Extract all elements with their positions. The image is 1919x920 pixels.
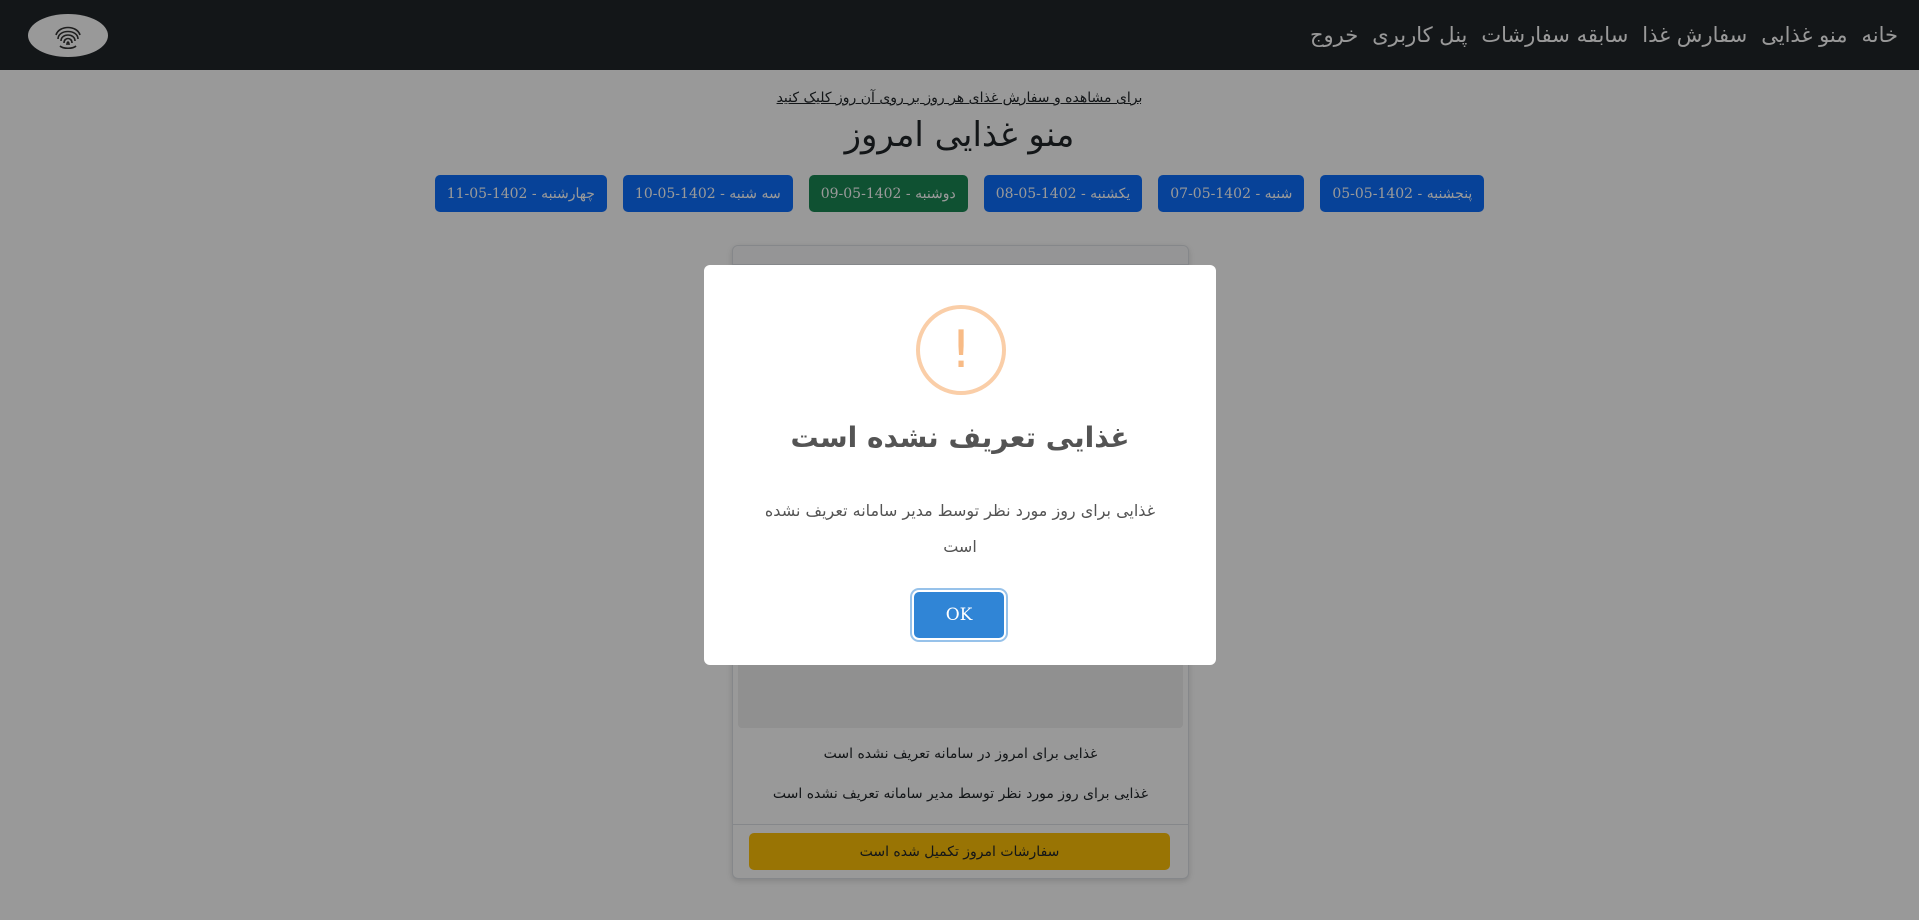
alert-dialog: ! غذایی تعریف نشده است غذایی برای روز مو… — [704, 265, 1216, 665]
ok-button[interactable]: OK — [914, 592, 1004, 638]
alert-title: غذایی تعریف نشده است — [790, 421, 1130, 454]
warning-icon: ! — [916, 305, 1006, 395]
alert-message: غذایی برای روز مورد نظر توسط مدیر سامانه… — [764, 501, 1156, 556]
